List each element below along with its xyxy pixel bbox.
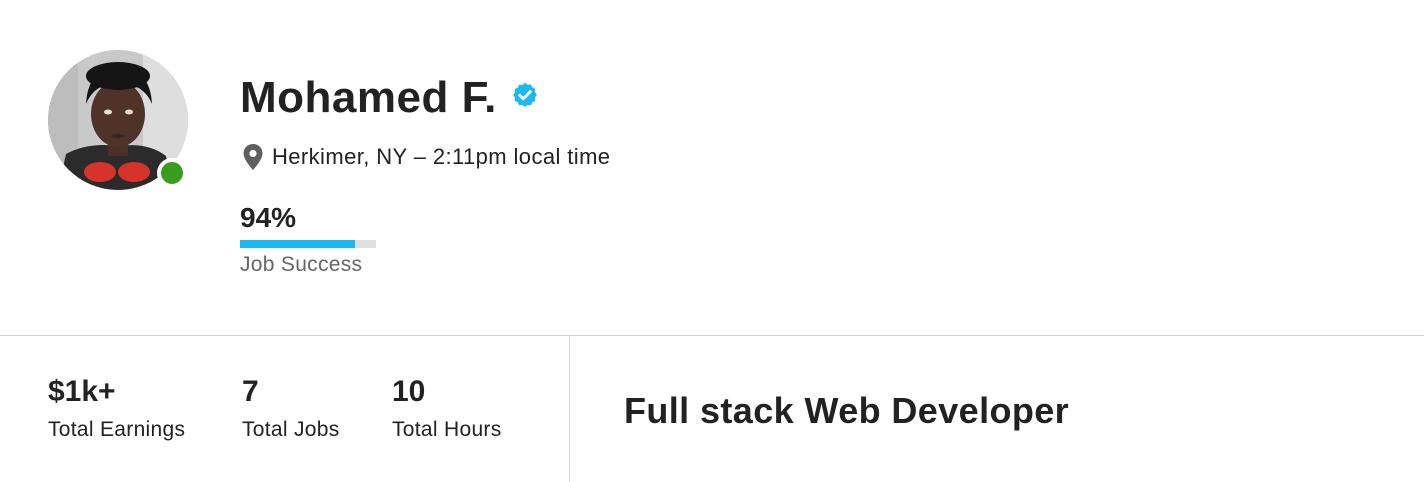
stat-value: 7 (242, 375, 259, 408)
profile-headline: Full stack Web Developer (624, 390, 1070, 431)
section-divider (0, 335, 1424, 336)
freelancer-profile-card: Mohamed F. Herkimer, NY – 2:11pm local t… (0, 0, 1424, 482)
stat-value: $1k+ (48, 375, 116, 408)
online-status-icon (157, 158, 187, 188)
job-success-bar-fill (240, 240, 356, 248)
column-divider (569, 336, 570, 482)
map-pin-icon (243, 144, 263, 170)
stat-total-hours: 10 Total Hours (392, 374, 502, 442)
job-success-label: Job Success (240, 253, 363, 276)
freelancer-name: Mohamed F. (240, 73, 497, 122)
job-success-bar (240, 240, 376, 248)
location-row: Herkimer, NY – 2:11pm local time (243, 144, 610, 170)
stat-label: Total Hours (392, 418, 502, 441)
stat-total-earnings: $1k+ Total Earnings (48, 374, 185, 442)
stat-label: Total Jobs (242, 418, 340, 441)
stat-total-jobs: 7 Total Jobs (242, 374, 340, 442)
verified-badge-icon (512, 82, 537, 107)
profile-header: Mohamed F. Herkimer, NY – 2:11pm local t… (0, 0, 1424, 336)
stat-label: Total Earnings (48, 418, 186, 441)
job-success-value: 94% (240, 202, 297, 233)
name-row: Mohamed F. (240, 72, 539, 124)
location-text: Herkimer, NY – 2:11pm local time (272, 144, 611, 169)
stat-value: 10 (392, 375, 426, 408)
